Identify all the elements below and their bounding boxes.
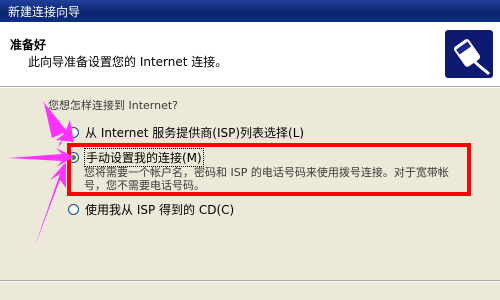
arrow-bottom-icon [34, 162, 66, 248]
annotation-arrows [8, 100, 74, 248]
arrow-top-icon-2 [42, 100, 74, 142]
